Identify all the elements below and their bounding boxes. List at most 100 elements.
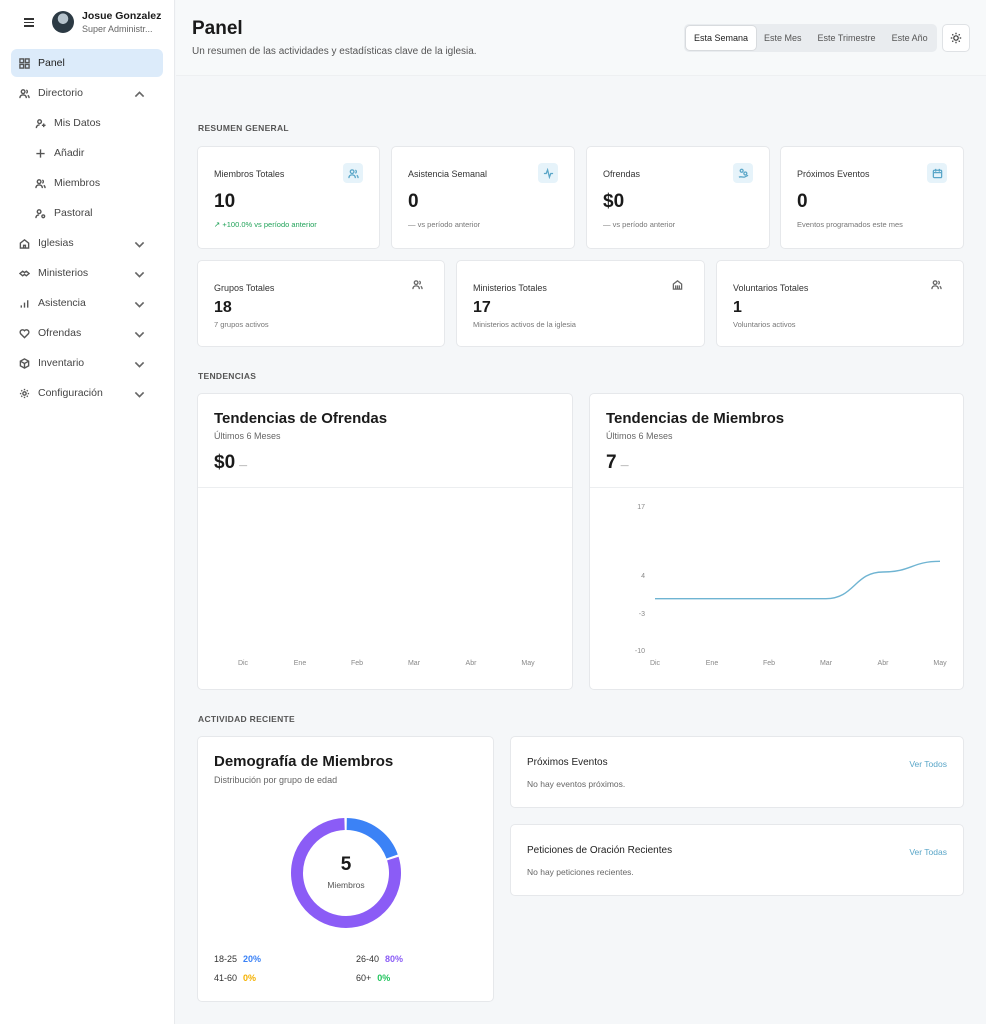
chevron-down-icon[interactable] — [134, 269, 145, 280]
sidebar-item-ofrendas[interactable]: Ofrendas — [11, 319, 163, 347]
period-option-esta-semana[interactable]: Esta Semana — [686, 26, 757, 50]
section-title-trends: TENDENCIAS — [198, 371, 257, 381]
stat-card-attendance: Asistencia Semanal 0 — vs período anteri… — [391, 146, 575, 249]
user-role: Super Administr... — [82, 23, 153, 34]
sidebar-item-iglesias[interactable]: Iglesias — [11, 229, 163, 257]
sidebar-item-anadir[interactable]: Añadir — [11, 139, 163, 167]
users-icon — [35, 178, 46, 188]
stat-note: 7 grupos activos — [214, 320, 269, 329]
church-icon — [19, 238, 30, 249]
stat-value: 10 — [214, 191, 236, 212]
user-plus-icon — [35, 118, 46, 128]
prayer-requests-card: Peticiones de Oración Recientes No hay p… — [510, 824, 964, 896]
card-title: Peticiones de Oración Recientes — [527, 845, 673, 856]
legend-item: 41-60 0% — [214, 973, 257, 983]
page-title: Panel — [192, 18, 243, 39]
x-tick-label: May — [521, 660, 535, 667]
stat-card-ministries: Ministerios Totales 17 Ministerios activ… — [456, 260, 705, 347]
sidebar-item-directorio[interactable]: Directorio — [11, 79, 163, 107]
sidebar-item-label: Iglesias — [38, 237, 74, 249]
x-tick-label: Dic — [237, 660, 249, 667]
sidebar-item-label: Inventario — [38, 357, 85, 369]
stat-value: 0 — [408, 191, 419, 212]
donut-center-label: Miembros — [327, 880, 365, 890]
chevron-down-icon[interactable] — [134, 299, 145, 310]
page-header: Panel Un resumen de las actividades y es… — [176, 0, 986, 76]
sidebar-item-label: Añadir — [54, 147, 85, 159]
stat-title: Voluntarios Totales — [733, 283, 809, 293]
box-icon — [19, 357, 30, 369]
user-name: Josue Gonzalez — [82, 9, 162, 22]
stat-title: Próximos Eventos — [797, 169, 870, 179]
avatar[interactable] — [52, 11, 74, 33]
stat-value: 17 — [473, 299, 491, 316]
divider — [198, 487, 572, 488]
sidebar-item-label: Panel — [38, 57, 65, 69]
stat-title: Grupos Totales — [214, 283, 275, 293]
theme-toggle-button[interactable] — [942, 24, 970, 52]
stat-note: Ministerios activos de la iglesia — [473, 320, 576, 329]
chevron-down-icon[interactable] — [134, 389, 145, 400]
users-icon — [412, 277, 426, 291]
activity-icon — [538, 163, 558, 183]
sidebar-item-ministerios[interactable]: Ministerios — [11, 259, 163, 287]
offerings-trend-card: Tendencias de Ofrendas Últimos 6 Meses $… — [197, 393, 573, 690]
chevron-down-icon[interactable] — [134, 329, 145, 340]
period-option-este-mes[interactable]: Este Mes — [756, 26, 810, 50]
sidebar-item-label: Pastoral — [54, 207, 93, 219]
sidebar-item-inventario[interactable]: Inventario — [11, 349, 163, 377]
chart-title: Demografía de Miembros — [214, 753, 394, 770]
series-line — [655, 560, 941, 600]
sun-icon — [950, 32, 962, 44]
x-tick-label: Mar — [407, 660, 421, 667]
stat-value: 1 — [733, 299, 742, 316]
chart-subtitle: Últimos 6 Meses — [214, 431, 281, 441]
period-option-este-trimestre[interactable]: Este Trimestre — [810, 26, 884, 50]
handshake-icon — [19, 269, 30, 277]
stat-value: $0 — [603, 191, 625, 212]
users-icon — [19, 88, 30, 98]
demographics-card: Demografía de Miembros Distribución por … — [197, 736, 494, 1002]
legend-item: 60+ 0% — [356, 973, 391, 983]
upcoming-events-card: Próximos Eventos No hay eventos próximos… — [510, 736, 964, 808]
empty-message: No hay peticiones recientes. — [527, 867, 634, 877]
legend-item: 18-25 20% — [214, 954, 262, 964]
sidebar-item-asistencia[interactable]: Asistencia — [11, 289, 163, 317]
sidebar-item-label: Mis Datos — [54, 117, 101, 129]
stat-value: 18 — [214, 299, 232, 316]
stat-note: Eventos programados este mes — [797, 220, 903, 229]
chevron-up-icon[interactable] — [134, 89, 145, 100]
empty-message: No hay eventos próximos. — [527, 779, 626, 789]
user-key-icon — [35, 208, 46, 218]
bar-chart-icon — [20, 299, 29, 308]
stat-card-groups: Grupos Totales 18 7 grupos activos — [197, 260, 445, 347]
menu-icon[interactable] — [24, 17, 36, 27]
sidebar-item-miembros[interactable]: Miembros — [11, 169, 163, 197]
chart-title: Tendencias de Ofrendas — [214, 410, 388, 427]
period-option-este-ano[interactable]: Este Año — [884, 26, 936, 50]
sidebar-item-mis-datos[interactable]: Mis Datos — [11, 109, 163, 137]
sidebar-item-label: Directorio — [38, 87, 83, 99]
view-all-events-link[interactable]: Ver Todos — [909, 759, 947, 769]
section-title-activity: ACTIVIDAD RECIENTE — [198, 714, 296, 724]
stat-note: Voluntarios activos — [733, 320, 796, 329]
stat-note: — vs período anterior — [603, 220, 676, 229]
chevron-down-icon[interactable] — [134, 359, 145, 370]
sidebar-item-configuracion[interactable]: Configuración — [11, 379, 163, 407]
stat-value: 0 — [797, 191, 808, 212]
stat-trend: ↗ +100.0% vs período anterior — [214, 220, 317, 229]
users-icon — [931, 277, 945, 291]
main-content: Panel Un resumen de las actividades y es… — [176, 0, 986, 1024]
x-tick-label: Feb — [350, 660, 364, 667]
sidebar: Josue Gonzalez Super Administr... Panel … — [0, 0, 175, 1024]
sidebar-item-pastoral[interactable]: Pastoral — [11, 199, 163, 227]
sidebar-header: Josue Gonzalez Super Administr... — [0, 0, 174, 44]
chevron-down-icon[interactable] — [134, 239, 145, 250]
stat-note: — vs período anterior — [408, 220, 481, 229]
sidebar-item-label: Miembros — [54, 177, 101, 189]
view-all-prayers-link[interactable]: Ver Todas — [909, 847, 947, 857]
heart-icon — [19, 328, 30, 339]
sidebar-item-panel[interactable]: Panel — [11, 49, 163, 77]
stat-title: Asistencia Semanal — [408, 169, 488, 179]
members-trend-card: Tendencias de Miembros Últimos 6 Meses 7… — [589, 393, 964, 690]
